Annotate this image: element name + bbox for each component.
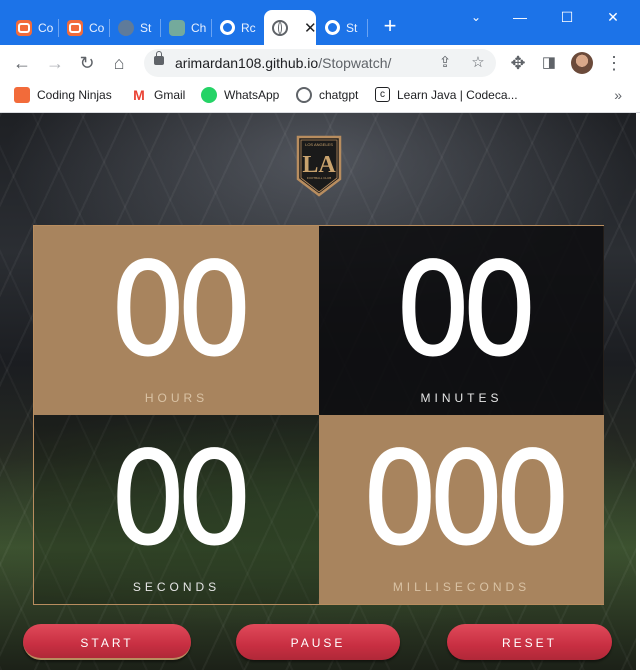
logo-monogram: LA (302, 152, 336, 178)
page-scrollbar[interactable] (636, 113, 640, 670)
forward-arrow-icon[interactable]: → (43, 51, 67, 75)
bookmark-gmail[interactable]: M Gmail (131, 87, 185, 103)
browser-toolbar: ← → ↻ ⌂ arimardan108.github.io/Stopwatch… (0, 45, 640, 81)
chatgpt-icon (169, 19, 185, 36)
minutes-value: 00 (392, 241, 542, 380)
tab-title: St (346, 20, 358, 35)
new-tab-button[interactable]: + (378, 14, 402, 38)
gmail-icon: M (131, 87, 147, 103)
tab-title: Co (38, 20, 54, 35)
browser-tab-strip: Co Co St Ch Rc ✕ St + ⌄ — ☐ ✕ (0, 0, 640, 45)
close-window-icon[interactable]: ✕ (598, 6, 628, 28)
minimize-window-icon[interactable]: — (505, 6, 535, 28)
pause-button[interactable]: PAUSE (236, 624, 400, 660)
whatsapp-icon (201, 87, 217, 103)
lock-icon (154, 51, 164, 65)
coding-ninjas-icon (16, 19, 32, 36)
minutes-label: MINUTES (420, 391, 503, 405)
extensions-puzzle-icon[interactable]: ✥ (506, 51, 530, 75)
hours-label: HOURS (144, 391, 209, 405)
chatgpt-icon (296, 87, 312, 103)
bookmark-star-icon[interactable]: ☆ (467, 52, 489, 74)
bookmark-label: chatgpt (319, 88, 359, 102)
close-tab-icon[interactable]: ✕ (304, 19, 316, 37)
logo-bottom-text: FOOTBALL CLUB (307, 176, 331, 180)
tab-title: Rc (241, 20, 256, 35)
hours-value: 00 (107, 241, 257, 380)
github-icon (325, 20, 340, 35)
github-icon (220, 20, 235, 35)
bookmark-label: Gmail (154, 88, 186, 102)
bookmark-coding-ninjas[interactable]: Coding Ninjas (14, 87, 112, 103)
bookmark-codecademy[interactable]: c Learn Java | Codeca... (375, 87, 518, 102)
codecademy-icon: c (375, 87, 390, 102)
tab-github-stopwatch[interactable]: St (317, 10, 368, 45)
bookmark-chatgpt[interactable]: chatgpt (296, 87, 358, 103)
tab-stopwatch-site[interactable]: St (110, 10, 161, 45)
bookmark-label: Learn Java | Codeca... (397, 87, 518, 102)
tab-coding-ninjas-1[interactable]: Co (8, 10, 59, 45)
url-text[interactable]: arimardan108.github.io/Stopwatch/ (175, 55, 391, 71)
tab-title: Co (89, 20, 105, 35)
tab-search-chevron-icon[interactable]: ⌄ (461, 6, 491, 28)
page-viewport: LOS ANGELES LA FOOTBALL CLUB 00 HOURS 00… (0, 113, 640, 670)
tab-coding-ninjas-2[interactable]: Co (59, 10, 110, 45)
globe-icon (272, 19, 288, 36)
bookmarks-bar: Coding Ninjas M Gmail WhatsApp chatgpt c… (0, 81, 640, 113)
back-arrow-icon[interactable]: ← (10, 51, 34, 75)
start-button[interactable]: START (23, 624, 191, 660)
profile-avatar[interactable] (571, 52, 593, 74)
tab-title: St (140, 20, 152, 35)
reset-button[interactable]: RESET (447, 624, 612, 660)
milliseconds-label: MILLISECONDS (392, 580, 531, 594)
side-panel-icon[interactable]: ◨ (537, 51, 561, 75)
logo-top-text: LOS ANGELES (305, 142, 333, 147)
reload-icon[interactable]: ↻ (75, 51, 99, 75)
bookmark-label: WhatsApp (224, 88, 280, 102)
maximize-window-icon[interactable]: ☐ (552, 6, 582, 28)
more-bookmarks-chevron-icon[interactable]: » (614, 87, 622, 103)
tab-active-stopwatch[interactable]: ✕ (264, 10, 316, 45)
home-icon[interactable]: ⌂ (107, 51, 131, 75)
seconds-label: SECONDS (132, 580, 221, 594)
milliseconds-panel: 000 MILLISECONDS (319, 415, 604, 604)
minutes-panel: 00 MINUTES (319, 226, 604, 415)
hours-panel: 00 HOURS (34, 226, 319, 415)
address-bar[interactable]: arimardan108.github.io/Stopwatch/ ⇪ ☆ (144, 49, 496, 77)
bookmark-label: Coding Ninjas (37, 88, 112, 102)
milliseconds-value: 000 (358, 430, 574, 569)
share-icon[interactable]: ⇪ (434, 52, 456, 74)
seconds-value: 00 (107, 430, 257, 569)
tab-chatgpt[interactable]: Ch (161, 10, 212, 45)
coding-ninjas-icon (67, 19, 83, 36)
lafc-crest-logo: LOS ANGELES LA FOOTBALL CLUB (296, 135, 342, 197)
seconds-panel: 00 SECONDS (34, 415, 319, 604)
bookmark-whatsapp[interactable]: WhatsApp (201, 87, 279, 103)
tab-github-repo[interactable]: Rc (212, 10, 263, 45)
menu-kebab-icon[interactable]: ⋮ (602, 51, 626, 75)
coding-ninjas-icon (14, 87, 30, 103)
tab-title: Ch (191, 20, 207, 35)
site-icon (118, 19, 134, 36)
stopwatch-display: 00 HOURS 00 MINUTES 00 SECONDS 000 MILLI… (33, 225, 604, 605)
